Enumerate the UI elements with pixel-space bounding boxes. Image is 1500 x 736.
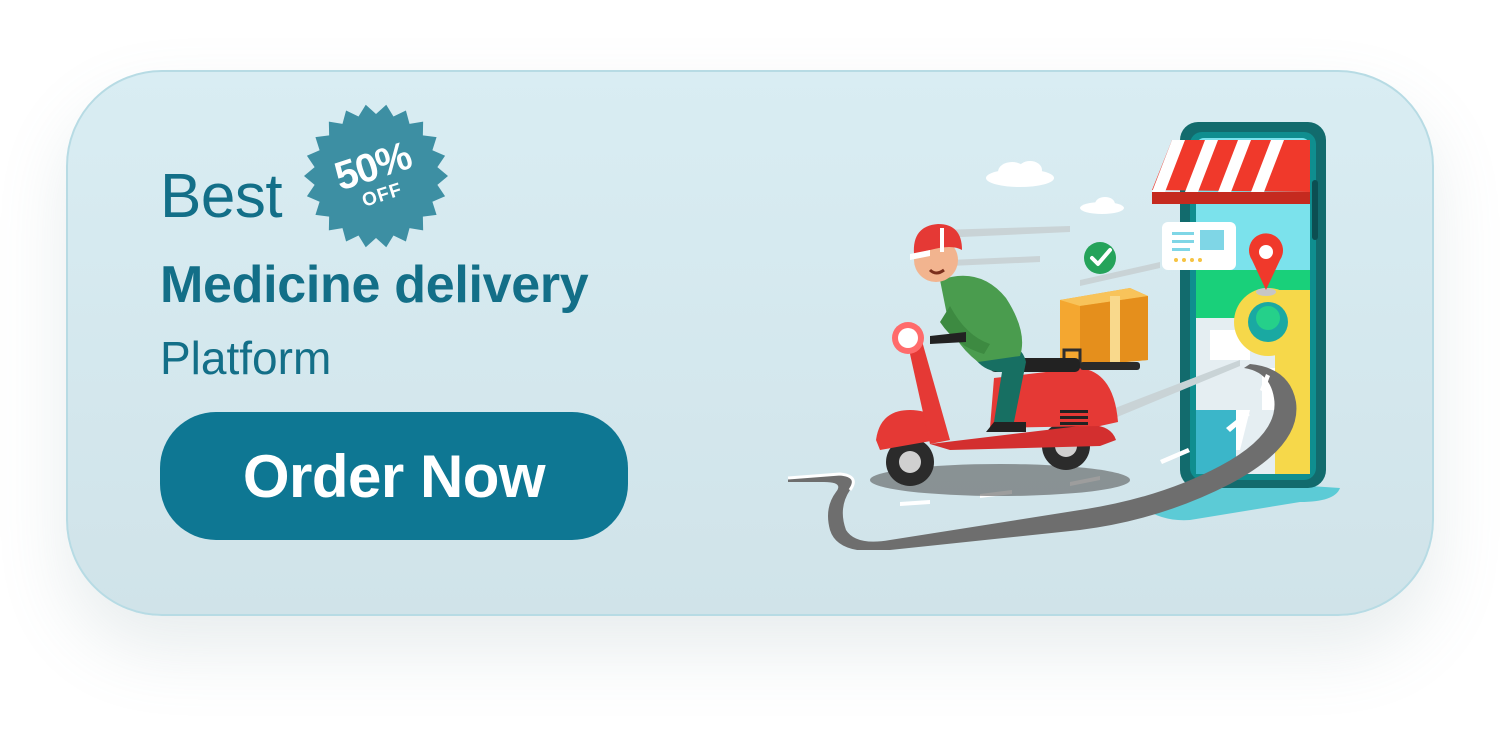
parcel-icon	[1060, 288, 1148, 372]
cloud-icon	[986, 161, 1054, 187]
cloud-small-icon	[1080, 197, 1124, 214]
check-icon	[1084, 242, 1116, 274]
product-card-icon	[1162, 222, 1236, 270]
discount-badge-icon: 50% OFF	[302, 102, 450, 250]
order-now-button[interactable]: Order Now	[160, 412, 628, 540]
headline-sub: Platform	[160, 332, 332, 384]
delivery-scooter-illustration	[787, 122, 1340, 550]
page: Best 50% OFF Medicine delivery Platform …	[0, 0, 1500, 736]
headline-prefix: Best	[160, 162, 283, 231]
shop-awning-icon	[1152, 140, 1310, 204]
headline-main: Medicine delivery	[160, 256, 589, 314]
